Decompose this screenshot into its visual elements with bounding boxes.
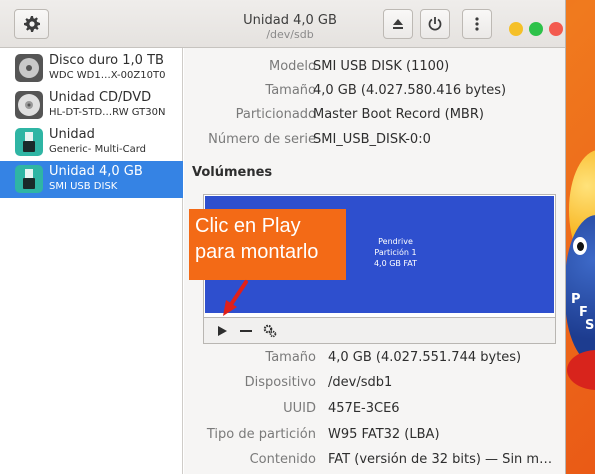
partition-type-label: Tipo de partición <box>206 427 316 442</box>
harddisk-icon <box>14 53 44 83</box>
content-label: Contenido <box>249 452 316 467</box>
mount-button[interactable] <box>213 322 231 340</box>
power-off-button[interactable] <box>420 9 450 39</box>
sidebar-item-card-reader[interactable]: Unidad Generic- Multi-Card <box>0 124 183 161</box>
partition-size: 4,0 GB FAT <box>373 259 418 268</box>
wallpaper-mascot <box>565 215 595 365</box>
power-icon <box>428 17 442 31</box>
delete-partition-button[interactable] <box>237 322 255 340</box>
partition-label: Pendrive Partición 1 4,0 GB FAT <box>358 236 433 269</box>
partition-size-label: Tamaño <box>265 350 316 365</box>
partitioning-label: Particionado <box>235 107 316 122</box>
partition-options-button[interactable] <box>261 322 279 340</box>
wallpaper-letter: S <box>585 318 595 333</box>
usb-drive-icon <box>14 127 44 157</box>
device-name: Unidad 4,0 GB <box>49 164 143 179</box>
device-name: Disco duro 1,0 TB <box>49 53 164 68</box>
model-label: Modelo <box>269 59 316 74</box>
optical-disc-icon <box>14 90 44 120</box>
play-icon <box>218 326 227 336</box>
eject-icon <box>393 19 403 29</box>
title-sub: /dev/sdb <box>266 28 314 41</box>
header-bar: Unidad 4,0 GB /dev/sdb <box>0 0 565 48</box>
app-menu-button[interactable] <box>14 9 49 39</box>
device-value: /dev/sdb1 <box>328 375 393 390</box>
device-label: Dispositivo <box>244 375 316 390</box>
drive-options-button[interactable] <box>462 9 492 39</box>
device-name: Unidad <box>49 127 95 142</box>
device-model: WDC WD1…X-00Z10T0 <box>49 70 166 81</box>
sidebar-item-optical[interactable]: Unidad CD/DVD HL-DT-STD…RW GT30N <box>0 87 183 124</box>
device-model: SMI USB DISK <box>49 181 118 192</box>
device-model: Generic- Multi-Card <box>49 144 147 155</box>
device-model: HL-DT-STD…RW GT30N <box>49 107 166 118</box>
uuid-label: UUID <box>283 401 316 416</box>
serial-value: SMI_USB_DISK-0:0 <box>313 132 431 147</box>
tutorial-callout: Clic en Play para montarlo <box>189 209 346 280</box>
devices-sidebar: Disco duro 1,0 TB WDC WD1…X-00Z10T0 Unid… <box>0 48 183 474</box>
eject-button[interactable] <box>383 9 413 39</box>
volume-toolbar <box>203 318 556 344</box>
sidebar-item-harddisk[interactable]: Disco duro 1,0 TB WDC WD1…X-00Z10T0 <box>0 50 183 87</box>
gear-icon <box>23 16 40 32</box>
maximize-button[interactable] <box>529 22 543 36</box>
sidebar-item-usb-drive[interactable]: Unidad 4,0 GB SMI USB DISK <box>0 161 183 198</box>
window-title: Unidad 4,0 GB /dev/sdb <box>180 13 400 41</box>
minimize-button[interactable] <box>509 22 523 36</box>
mascot-eye <box>573 237 587 255</box>
partition-type-value: W95 FAT32 (LBA) <box>328 427 440 442</box>
partition-name: Pendrive <box>378 237 413 246</box>
partition-size-value: 4,0 GB (4.027.551.744 bytes) <box>328 350 522 365</box>
device-name: Unidad CD/DVD <box>49 90 152 105</box>
partition-number: Partición 1 <box>374 248 417 257</box>
volumes-heading: Volúmenes <box>192 165 273 180</box>
uuid-value: 457E-3CE6 <box>328 401 400 416</box>
usb-drive-icon <box>14 164 44 194</box>
callout-text: Clic en Play para montarlo <box>195 213 318 265</box>
size-label: Tamaño <box>265 83 316 98</box>
title-main: Unidad 4,0 GB <box>243 13 337 28</box>
desktop-wallpaper: P F S <box>563 0 595 474</box>
model-value: SMI USB DISK (1100) <box>313 59 450 74</box>
gears-icon <box>263 324 277 338</box>
size-value: 4,0 GB (4.027.580.416 bytes) <box>313 83 507 98</box>
callout-line-2: para montarlo <box>195 241 319 263</box>
minus-icon <box>240 330 252 332</box>
callout-line-1: Clic en Play <box>195 215 301 237</box>
kebab-menu-icon <box>475 17 479 31</box>
content-value: FAT (versión de 32 bits) — Sin m… <box>328 452 553 467</box>
wallpaper-shape <box>567 350 595 390</box>
serial-label: Número de serie <box>208 132 316 147</box>
close-button[interactable] <box>549 22 563 36</box>
partitioning-value: Master Boot Record (MBR) <box>313 107 484 122</box>
